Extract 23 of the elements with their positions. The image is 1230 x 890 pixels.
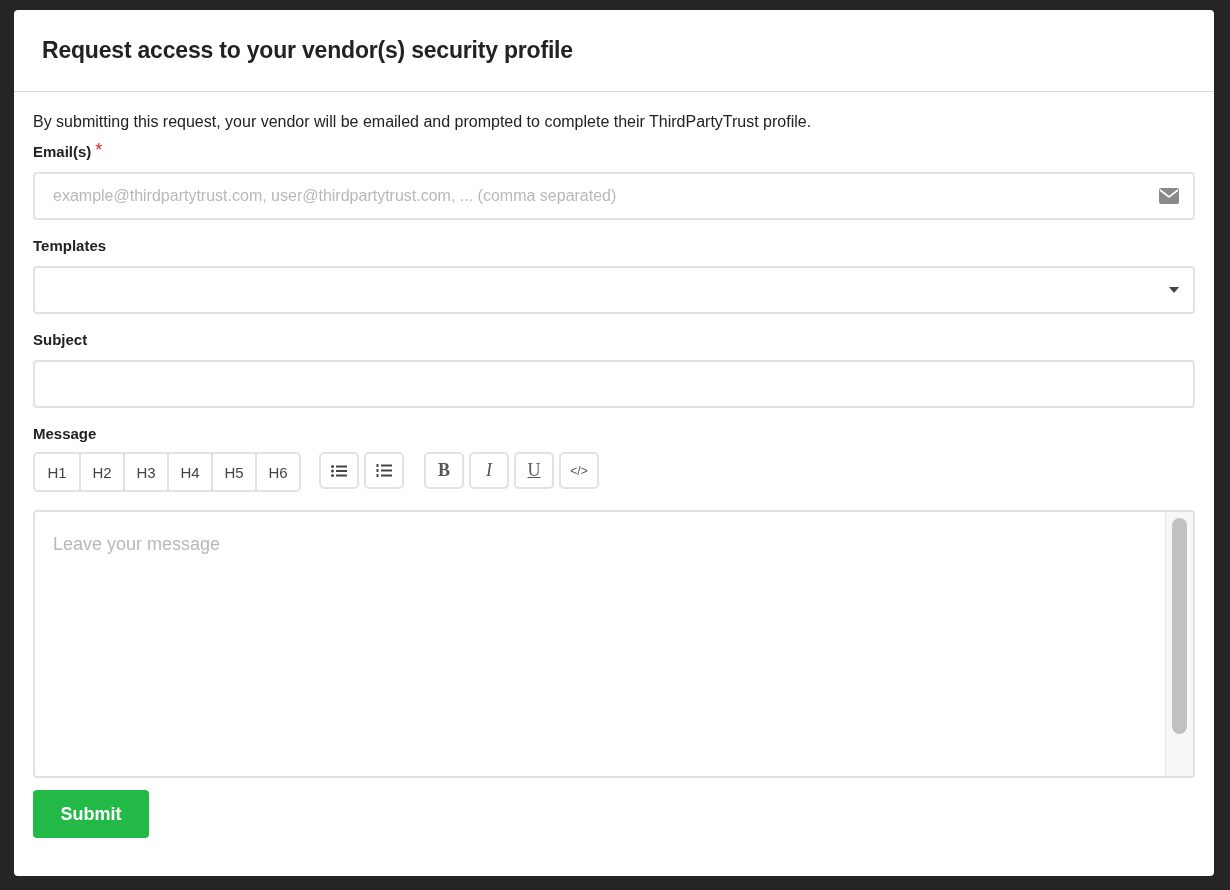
message-field[interactable]: Leave your message [33, 510, 1195, 778]
required-mark: * [95, 143, 103, 157]
subject-field[interactable] [33, 360, 1195, 408]
numbered-list-icon [376, 464, 392, 477]
heading-button[interactable]: H6 [255, 454, 299, 490]
field-label: Email(s) [33, 143, 92, 160]
intro-text: By submitting this request, your vendor will be emailed and prompted to complete their ThirdPartyTrust profile. [33, 113, 813, 131]
templates-dropdown[interactable] [33, 266, 1195, 314]
dialog-title: Request access to your vendor(s) security profile [42, 37, 573, 64]
numbered-list-button[interactable] [364, 452, 404, 489]
email-field[interactable]: example@thirdpartytrust.com, user@thirdpartytrust.com, ... (comma separated) [33, 172, 1195, 220]
bulleted-list-icon [331, 464, 347, 477]
field-label: Message [33, 425, 97, 442]
field-label: Templates [33, 237, 107, 254]
code-button[interactable]: </> [559, 452, 599, 489]
caret-icon [1169, 287, 1179, 293]
underline-button[interactable]: U [514, 452, 554, 489]
italic-button[interactable]: I [469, 452, 509, 489]
field-label: Subject [33, 331, 88, 348]
scrollbar-thumb[interactable] [1172, 518, 1187, 734]
bold-button[interactable]: B [424, 452, 464, 489]
bulleted-list-button[interactable] [319, 452, 359, 489]
envelope-icon [1159, 188, 1179, 204]
